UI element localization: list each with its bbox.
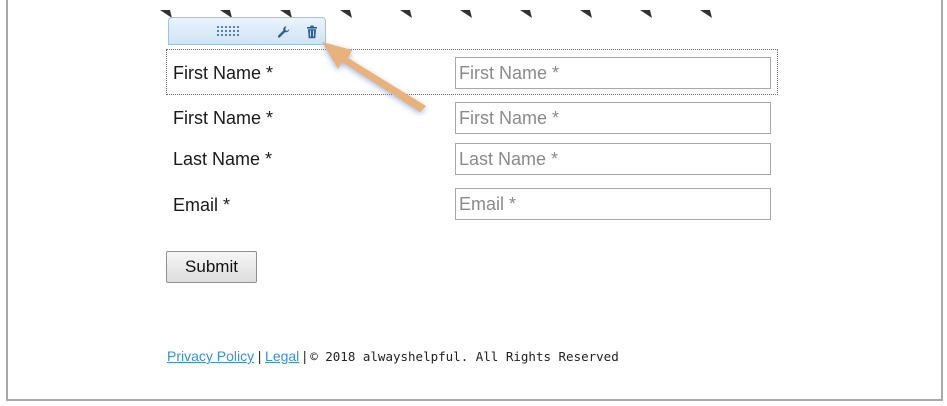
last-name-input[interactable] bbox=[455, 143, 771, 175]
first-name-input[interactable] bbox=[455, 57, 771, 89]
trash-icon[interactable] bbox=[305, 25, 319, 39]
email-label: Email * bbox=[173, 195, 231, 215]
first-name-label-2: First Name * bbox=[173, 108, 274, 128]
first-name-label: First Name * bbox=[173, 63, 274, 83]
privacy-policy-link[interactable]: Privacy Policy bbox=[167, 348, 254, 364]
footer-separator-2: | bbox=[302, 348, 307, 364]
email-input[interactable] bbox=[455, 188, 771, 220]
wrench-icon[interactable] bbox=[277, 25, 291, 39]
first-name-input-2[interactable] bbox=[455, 102, 771, 134]
submit-button[interactable]: Submit bbox=[166, 251, 257, 283]
footer-separator: | bbox=[257, 348, 262, 364]
last-name-label: Last Name * bbox=[173, 149, 273, 169]
drag-handle-icon[interactable] bbox=[217, 26, 239, 36]
footer: Privacy Policy | Legal | © 2018 alwayshe… bbox=[167, 348, 619, 364]
field-edit-toolbar bbox=[168, 17, 326, 45]
copyright-text: © 2018 alwayshelpful. All Rights Reserve… bbox=[310, 349, 619, 364]
legal-link[interactable]: Legal bbox=[265, 348, 299, 364]
